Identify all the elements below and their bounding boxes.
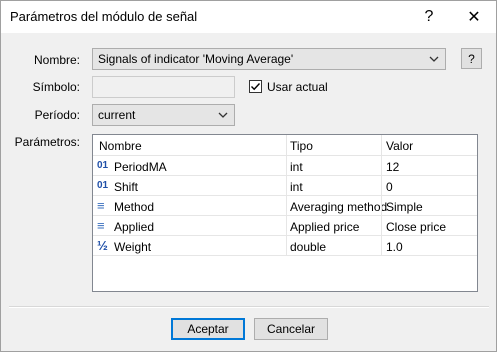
param-name: Applied: [114, 220, 155, 234]
param-type: Applied price: [290, 220, 360, 234]
name-select[interactable]: Signals of indicator 'Moving Average': [92, 48, 446, 70]
name-label: Nombre:: [33, 53, 80, 67]
use-current-label[interactable]: Usar actual: [267, 80, 328, 94]
name-select-value: Signals of indicator 'Moving Average': [98, 52, 294, 66]
divider-highlight: [9, 307, 489, 308]
symbol-field[interactable]: [92, 76, 235, 98]
period-select[interactable]: current: [92, 104, 235, 126]
param-name: Weight: [114, 240, 152, 254]
title-bar: Parámetros del módulo de señal ? ✕: [1, 1, 496, 33]
parameters-table[interactable]: Nombre Tipo Valor 01 PeriodMA int 12 01 …: [92, 134, 478, 292]
help-button[interactable]: ?: [407, 1, 451, 33]
param-type: int: [290, 180, 303, 194]
param-value[interactable]: 1.0: [386, 240, 403, 254]
int-icon: 01: [97, 160, 109, 171]
checkmark-icon: [251, 83, 261, 91]
chevron-down-icon: [218, 112, 228, 118]
param-value[interactable]: Close price: [386, 220, 446, 234]
param-name: Shift: [114, 180, 139, 194]
close-icon: ✕: [467, 9, 481, 26]
param-type: double: [290, 240, 327, 254]
chevron-down-icon: [429, 56, 439, 62]
int-icon: 01: [97, 180, 109, 191]
dialog-title: Parámetros del módulo de señal: [10, 9, 198, 24]
parameters-label: Parámetros:: [14, 135, 80, 149]
enum-icon: ≡: [97, 198, 105, 213]
period-label: Período:: [34, 108, 80, 122]
table-row[interactable]: ½ Weight double 1.0: [93, 236, 477, 256]
close-button[interactable]: ✕: [452, 1, 496, 33]
double-icon: ½: [97, 238, 108, 253]
param-value[interactable]: 12: [386, 160, 399, 174]
param-value[interactable]: Simple: [386, 200, 423, 214]
param-type: int: [290, 160, 303, 174]
enum-icon: ≡: [97, 218, 105, 233]
param-type: Averaging method: [290, 200, 388, 214]
cancel-button-label: Cancelar: [266, 322, 316, 336]
column-header-name[interactable]: Nombre: [99, 139, 142, 153]
table-row[interactable]: ≡ Applied Applied price Close price: [93, 216, 477, 236]
param-value[interactable]: 0: [386, 180, 393, 194]
param-name: Method: [114, 200, 155, 214]
table-row[interactable]: 01 PeriodMA int 12: [93, 156, 477, 176]
cancel-button[interactable]: Cancelar: [254, 318, 328, 340]
symbol-label: Símbolo:: [32, 80, 80, 94]
column-header-value[interactable]: Valor: [386, 139, 413, 153]
help-icon: ?: [424, 8, 434, 25]
table-header: Nombre Tipo Valor: [93, 135, 477, 156]
use-current-checkbox[interactable]: [249, 80, 262, 93]
name-help-label: ?: [468, 51, 475, 66]
table-row[interactable]: 01 Shift int 0: [93, 176, 477, 196]
param-name: PeriodMA: [114, 160, 167, 174]
period-select-value: current: [98, 108, 136, 122]
ok-button-label: Aceptar: [187, 322, 229, 336]
table-row[interactable]: ≡ Method Averaging method Simple: [93, 196, 477, 216]
signal-module-dialog: Parámetros del módulo de señal ? ✕ Nombr…: [0, 0, 497, 352]
name-help-button[interactable]: ?: [461, 48, 482, 69]
column-header-type[interactable]: Tipo: [290, 139, 313, 153]
ok-button[interactable]: Aceptar: [171, 318, 245, 340]
